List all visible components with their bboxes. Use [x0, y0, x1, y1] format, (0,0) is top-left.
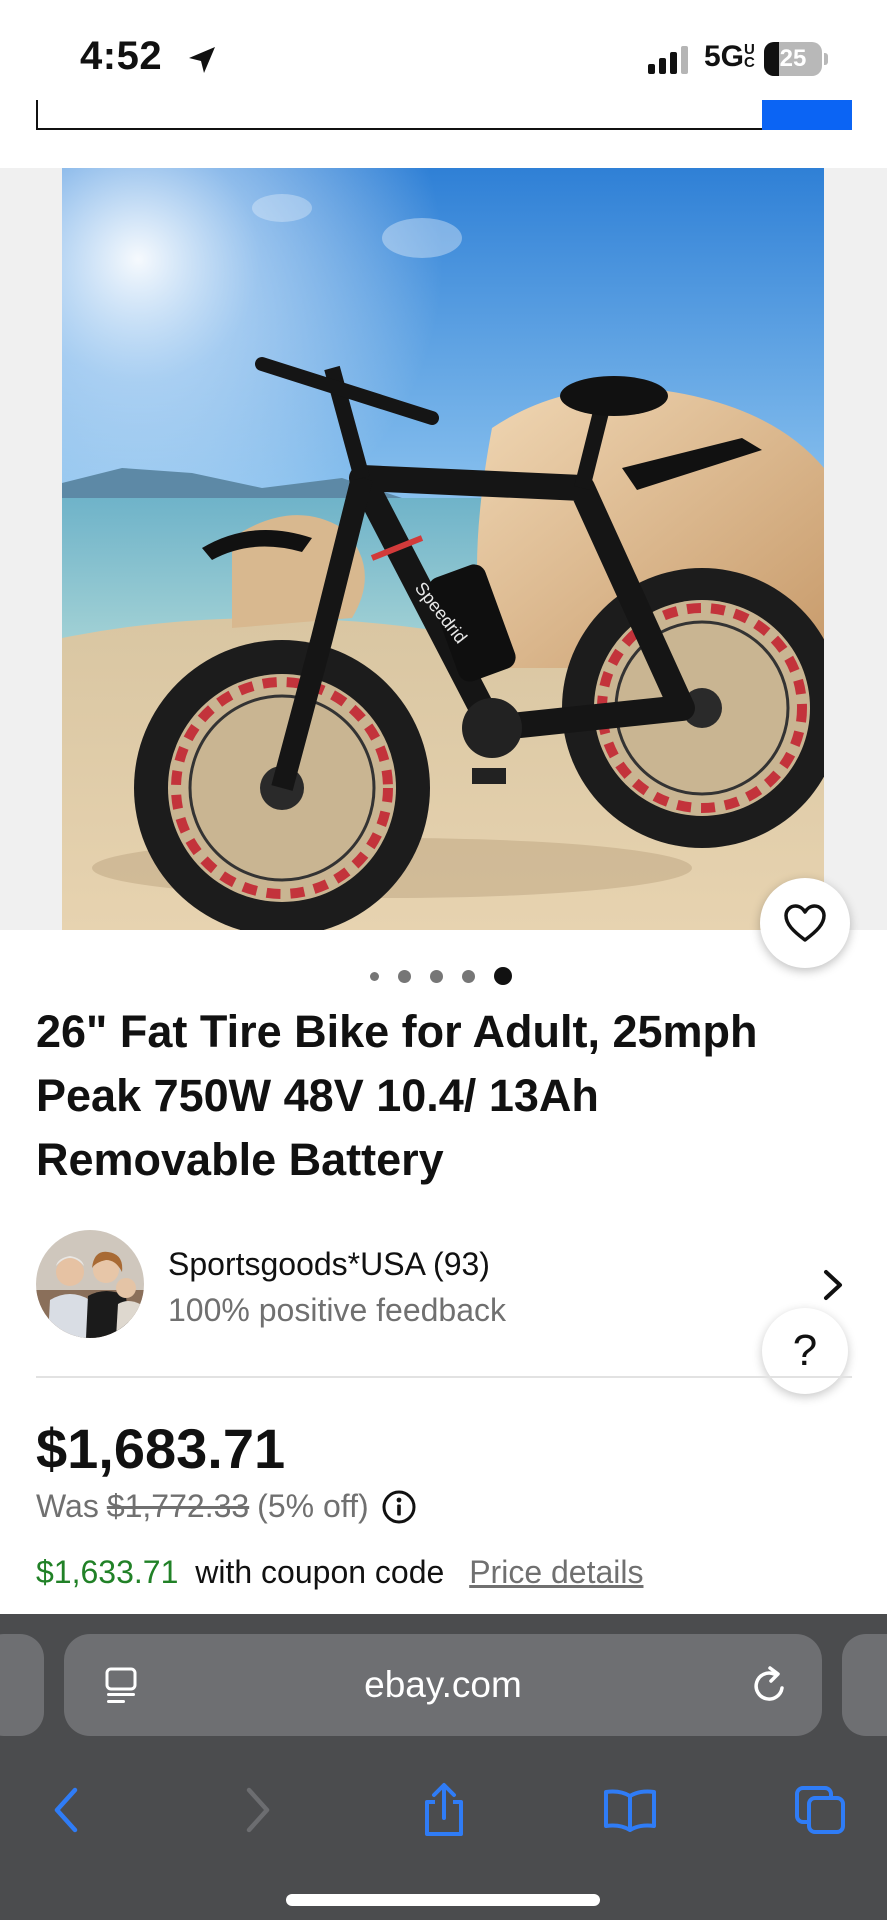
home-indicator [286, 1894, 600, 1906]
coupon-text: with coupon code [195, 1554, 445, 1590]
share-icon [425, 1783, 463, 1836]
seller-name[interactable]: Sportsgoods*USA (93) [168, 1246, 490, 1283]
product-image[interactable]: Speedrid [62, 168, 824, 930]
signal-bars-icon [648, 46, 688, 74]
url-text: ebay.com [364, 1664, 522, 1705]
discount-label: (5% off) [257, 1488, 369, 1524]
was-price: $1,772.33 [106, 1488, 250, 1524]
battery-indicator: 25 [764, 42, 828, 76]
gallery-dot[interactable] [370, 971, 379, 981]
seller-avatar [36, 1230, 144, 1338]
image-gallery[interactable]: Speedrid [0, 168, 887, 930]
coupon-price: $1,633.71 [36, 1554, 179, 1590]
price: $1,683.71 [36, 1417, 286, 1480]
gallery-dot[interactable] [398, 969, 411, 983]
address-bar[interactable]: ebay.com [64, 1634, 822, 1736]
gallery-dot[interactable] [430, 969, 443, 983]
seller-info[interactable]: Sportsgoods*USA (93) 100% positive feedb… [36, 1228, 852, 1340]
status-bar: 4:52 5GUC 25 [0, 0, 887, 110]
search-input[interactable] [36, 100, 764, 130]
back-button[interactable] [36, 1782, 96, 1838]
forward-button[interactable] [228, 1782, 288, 1838]
divider [36, 1376, 852, 1378]
product-title: 26" Fat Tire Bike for Adult, 25mph Peak … [36, 1006, 758, 1185]
search-button[interactable] [762, 100, 852, 130]
help-label: ? [792, 1326, 818, 1375]
reload-icon[interactable] [750, 1664, 790, 1706]
tabs-icon [795, 1786, 845, 1834]
forward-arrow-icon [246, 1787, 270, 1833]
tabs-button[interactable] [790, 1782, 850, 1838]
was-price-line: Was $1,772.33 (5% off) [36, 1488, 417, 1525]
back-arrow-icon [54, 1787, 78, 1833]
seller-feedback: 100% positive feedback [168, 1292, 506, 1328]
network-label: 5GUC [704, 40, 755, 73]
price-details-link[interactable]: Price details [469, 1554, 643, 1590]
location-arrow-icon [189, 47, 215, 73]
gallery-pagination [370, 966, 512, 986]
heart-icon [784, 904, 826, 942]
search-bar-strip [0, 100, 887, 168]
browser-nav-buttons [0, 1760, 887, 1860]
help-button[interactable]: ? [762, 1308, 848, 1394]
info-icon[interactable] [381, 1489, 417, 1525]
bookmarks-icon [604, 1789, 656, 1832]
browser-toolbar: ebay.com [0, 1614, 887, 1920]
gallery-dot[interactable] [494, 967, 512, 985]
watch-button[interactable] [760, 878, 850, 968]
next-tab-preview[interactable] [842, 1634, 887, 1736]
was-label: Was [36, 1488, 99, 1524]
bike-photo: Speedrid [62, 168, 824, 930]
chevron-right-icon[interactable] [820, 1268, 846, 1302]
battery-level: 25 [779, 45, 807, 72]
previous-tab-preview[interactable] [0, 1634, 44, 1736]
bookmarks-button[interactable] [600, 1782, 660, 1838]
gallery-dot[interactable] [462, 969, 475, 983]
share-button[interactable] [414, 1782, 474, 1838]
status-time: 4:52 [80, 34, 163, 78]
coupon-line: $1,633.71 with coupon code Price details [36, 1554, 644, 1591]
